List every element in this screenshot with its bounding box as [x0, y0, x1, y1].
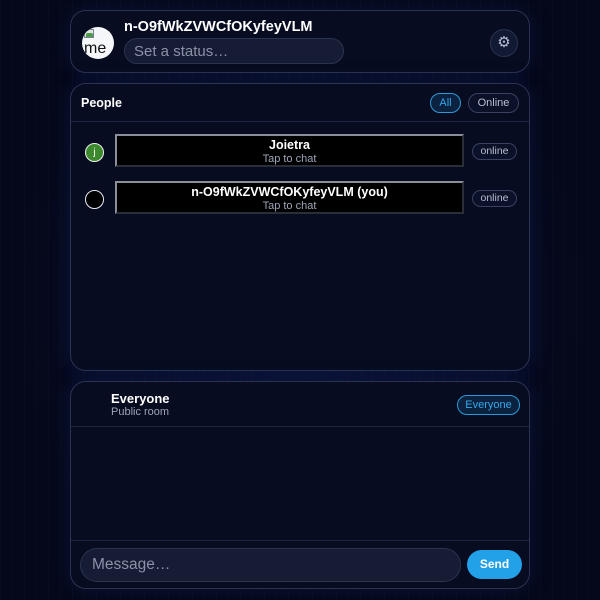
chat-button[interactable]: Joietra Tap to chat: [115, 134, 464, 167]
broken-image-icon: [84, 29, 94, 38]
message-input[interactable]: [80, 548, 461, 582]
person-name: Joietra: [269, 138, 310, 152]
list-item[interactable]: n-O9fWkZVWCfOKyfeyVLM (you) Tap to chat …: [71, 181, 529, 217]
person-subtitle: Tap to chat: [262, 200, 317, 212]
filter-online-button[interactable]: Online: [468, 93, 519, 113]
chat-room-panel: Everyone Public room Everyone Send: [70, 381, 530, 589]
status-badge: online: [472, 190, 517, 207]
person-name: n-O9fWkZVWCfOKyfeyVLM (you): [191, 185, 388, 199]
avatar[interactable]: me: [82, 27, 114, 59]
profile-card: me n-O9fWkZVWCfOKyfeyVLM ⚙: [70, 10, 530, 73]
send-button[interactable]: Send: [467, 550, 522, 579]
status-input[interactable]: [124, 38, 344, 64]
room-badge[interactable]: Everyone: [457, 395, 520, 415]
composer: Send: [71, 540, 529, 588]
filter-all-button[interactable]: All: [430, 93, 461, 113]
avatar-alt-text: me: [84, 40, 107, 57]
people-title: People: [81, 96, 122, 110]
room-title: Everyone: [111, 391, 170, 406]
people-panel: People All Online j Joietra Tap to chat …: [70, 83, 530, 371]
chat-button[interactable]: n-O9fWkZVWCfOKyfeyVLM (you) Tap to chat: [115, 181, 464, 214]
people-header: People All Online: [71, 84, 529, 122]
profile-name: n-O9fWkZVWCfOKyfeyVLM: [124, 19, 313, 35]
avatar: j: [85, 143, 104, 162]
avatar: [85, 190, 104, 209]
person-subtitle: Tap to chat: [262, 153, 317, 165]
room-header: Everyone Public room Everyone: [71, 382, 529, 427]
room-subtitle: Public room: [111, 406, 170, 418]
settings-button[interactable]: ⚙: [490, 29, 518, 57]
gear-icon: ⚙: [497, 34, 511, 51]
list-item[interactable]: j Joietra Tap to chat online: [71, 134, 529, 170]
status-badge: online: [472, 143, 517, 160]
